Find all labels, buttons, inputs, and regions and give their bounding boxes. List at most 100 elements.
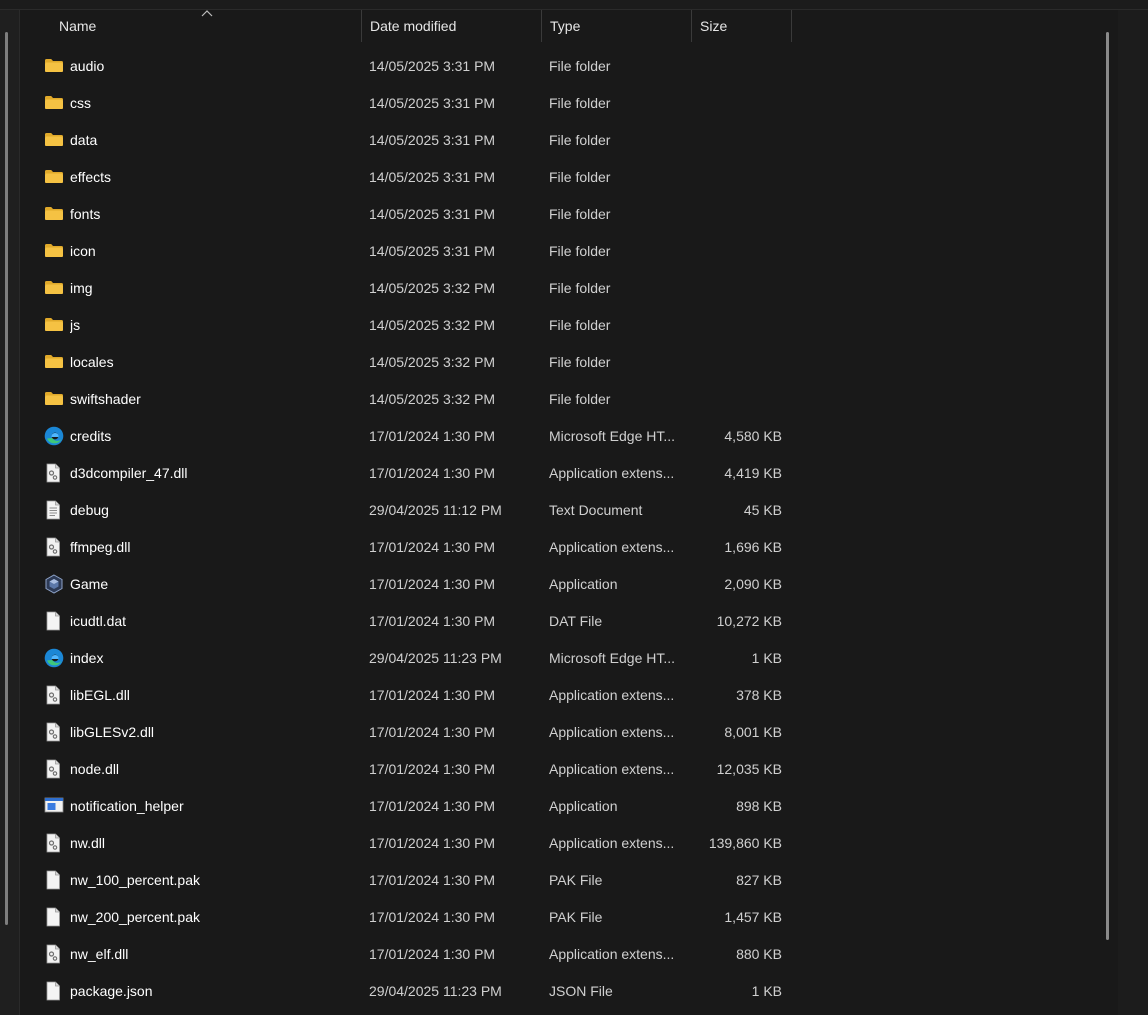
file-row[interactable]: effects 14/05/2025 3:31 PM File folder bbox=[20, 159, 1105, 196]
file-size: 1,457 KB bbox=[724, 909, 782, 925]
file-row[interactable]: img 14/05/2025 3:32 PM File folder bbox=[20, 270, 1105, 307]
file-name[interactable]: fonts bbox=[70, 196, 360, 233]
file-row[interactable]: node.dll 17/01/2024 1:30 PM Application ex… bbox=[20, 751, 1105, 788]
column-header-name[interactable]: Name bbox=[51, 10, 362, 42]
folder-icon bbox=[44, 159, 66, 196]
file-row[interactable]: fonts 14/05/2025 3:31 PM File folder bbox=[20, 196, 1105, 233]
file-name[interactable]: audio bbox=[70, 48, 360, 85]
column-header-row: Name Date modified Type Size bbox=[20, 10, 1118, 42]
file-date-modified: 17/01/2024 1:30 PM bbox=[369, 835, 496, 851]
file-size bbox=[696, 48, 782, 85]
file-date-modified: 14/05/2025 3:32 PM bbox=[369, 280, 496, 296]
file-date-modified: 17/01/2024 1:30 PM bbox=[369, 613, 496, 629]
file-size: 2,090 KB bbox=[724, 576, 782, 592]
file-date-modified: 17/01/2024 1:30 PM bbox=[369, 872, 496, 888]
file-row[interactable]: locales 14/05/2025 3:32 PM File folder bbox=[20, 344, 1105, 381]
column-header-date-modified[interactable]: Date modified bbox=[362, 10, 542, 42]
navigation-pane-edge bbox=[0, 10, 19, 1015]
file-size: 378 KB bbox=[736, 687, 782, 703]
vertical-scrollbar-thumb[interactable] bbox=[1106, 32, 1109, 940]
file-size: 4,580 KB bbox=[724, 428, 782, 444]
file-name[interactable]: d3dcompiler_47.dll bbox=[70, 455, 360, 492]
file-row[interactable]: Game 17/01/2024 1:30 PM Application 2,090 K… bbox=[20, 566, 1105, 603]
file-name[interactable]: nw_200_percent.pak bbox=[70, 899, 360, 936]
file-type: PAK File bbox=[549, 909, 603, 925]
file-row[interactable]: nw_200_percent.pak 17/01/2024 1:30 PM PAK … bbox=[20, 899, 1105, 936]
file-name[interactable]: package.json bbox=[70, 973, 360, 1010]
file-row[interactable]: nw_elf.dll 17/01/2024 1:30 PM Application … bbox=[20, 936, 1105, 973]
file-name[interactable]: Game bbox=[70, 566, 360, 603]
file-row[interactable]: ffmpeg.dll 17/01/2024 1:30 PM Application … bbox=[20, 529, 1105, 566]
dll-file-icon bbox=[44, 529, 66, 566]
file-date-modified: 14/05/2025 3:31 PM bbox=[369, 95, 496, 111]
folder-icon bbox=[44, 196, 66, 233]
file-size: 139,860 KB bbox=[708, 835, 782, 851]
file-date-modified: 17/01/2024 1:30 PM bbox=[369, 428, 496, 444]
blank-file-icon bbox=[44, 862, 66, 899]
file-size bbox=[696, 85, 782, 122]
file-row[interactable]: css 14/05/2025 3:31 PM File folder bbox=[20, 85, 1105, 122]
file-row[interactable]: nw.dll 17/01/2024 1:30 PM Application exte… bbox=[20, 825, 1105, 862]
edge-html-icon bbox=[44, 418, 66, 455]
file-type: Application extens... bbox=[549, 946, 675, 962]
file-row[interactable]: index 29/04/2025 11:23 PM Microsoft Edge H… bbox=[20, 640, 1105, 677]
file-name[interactable]: notification_helper bbox=[70, 788, 360, 825]
file-type: File folder bbox=[549, 58, 611, 74]
file-date-modified: 14/05/2025 3:32 PM bbox=[369, 391, 496, 407]
file-name[interactable]: nw_100_percent.pak bbox=[70, 862, 360, 899]
file-name[interactable]: js bbox=[70, 307, 360, 344]
file-name[interactable]: libEGL.dll bbox=[70, 677, 360, 714]
file-name[interactable]: icudtl.dat bbox=[70, 603, 360, 640]
file-type: File folder bbox=[549, 317, 611, 333]
file-row[interactable]: nw_100_percent.pak 17/01/2024 1:30 PM PAK … bbox=[20, 862, 1105, 899]
file-date-modified: 29/04/2025 11:23 PM bbox=[369, 983, 502, 999]
file-row[interactable]: data 14/05/2025 3:31 PM File folder bbox=[20, 122, 1105, 159]
file-name[interactable]: libGLESv2.dll bbox=[70, 714, 360, 751]
file-date-modified: 14/05/2025 3:31 PM bbox=[369, 58, 496, 74]
file-date-modified: 17/01/2024 1:30 PM bbox=[369, 761, 496, 777]
column-header-size[interactable]: Size bbox=[692, 10, 792, 42]
file-row[interactable]: d3dcompiler_47.dll 17/01/2024 1:30 PM Appl… bbox=[20, 455, 1105, 492]
file-date-modified: 17/01/2024 1:30 PM bbox=[369, 687, 496, 703]
file-type: Text Document bbox=[549, 502, 643, 518]
file-row[interactable]: audio 14/05/2025 3:31 PM File folder bbox=[20, 48, 1105, 85]
file-date-modified: 14/05/2025 3:31 PM bbox=[369, 132, 496, 148]
file-name[interactable]: effects bbox=[70, 159, 360, 196]
file-name[interactable]: css bbox=[70, 85, 360, 122]
file-name[interactable]: ffmpeg.dll bbox=[70, 529, 360, 566]
text-document-icon bbox=[44, 492, 66, 529]
file-type: File folder bbox=[549, 169, 611, 185]
file-row[interactable]: libEGL.dll 17/01/2024 1:30 PM Application … bbox=[20, 677, 1105, 714]
file-type: Microsoft Edge HT... bbox=[549, 650, 676, 666]
file-row[interactable]: icon 14/05/2025 3:31 PM File folder bbox=[20, 233, 1105, 270]
file-row[interactable]: icudtl.dat 17/01/2024 1:30 PM DAT File 10,2… bbox=[20, 603, 1105, 640]
dll-file-icon bbox=[44, 455, 66, 492]
file-name[interactable]: icon bbox=[70, 233, 360, 270]
file-name[interactable]: index bbox=[70, 640, 360, 677]
file-name[interactable]: nw_elf.dll bbox=[70, 936, 360, 973]
file-row[interactable]: js 14/05/2025 3:32 PM File folder bbox=[20, 307, 1105, 344]
file-name[interactable]: node.dll bbox=[70, 751, 360, 788]
navigation-pane-scrollbar[interactable] bbox=[5, 32, 8, 925]
file-name[interactable]: locales bbox=[70, 344, 360, 381]
column-header-type[interactable]: Type bbox=[542, 10, 692, 42]
blank-file-icon bbox=[44, 973, 66, 1010]
file-row[interactable]: package.json 29/04/2025 11:23 PM JSON File… bbox=[20, 973, 1105, 1010]
file-type: Application extens... bbox=[549, 687, 675, 703]
file-row[interactable]: debug 29/04/2025 11:12 PM Text Document 45 … bbox=[20, 492, 1105, 529]
file-name[interactable]: img bbox=[70, 270, 360, 307]
file-name[interactable]: swiftshader bbox=[70, 381, 360, 418]
file-type: Application bbox=[549, 576, 618, 592]
file-row[interactable]: swiftshader 14/05/2025 3:32 PM File folder bbox=[20, 381, 1105, 418]
folder-icon bbox=[44, 122, 66, 159]
file-row[interactable]: credits 17/01/2024 1:30 PM Microsoft Edge … bbox=[20, 418, 1105, 455]
vertical-scrollbar-track[interactable] bbox=[1118, 10, 1148, 1015]
file-name[interactable]: data bbox=[70, 122, 360, 159]
folder-icon bbox=[44, 344, 66, 381]
file-name[interactable]: credits bbox=[70, 418, 360, 455]
edge-html-icon bbox=[44, 640, 66, 677]
file-name[interactable]: debug bbox=[70, 492, 360, 529]
file-row[interactable]: libGLESv2.dll 17/01/2024 1:30 PM Applicati… bbox=[20, 714, 1105, 751]
file-row[interactable]: notification_helper 17/01/2024 1:30 PM App… bbox=[20, 788, 1105, 825]
file-name[interactable]: nw.dll bbox=[70, 825, 360, 862]
